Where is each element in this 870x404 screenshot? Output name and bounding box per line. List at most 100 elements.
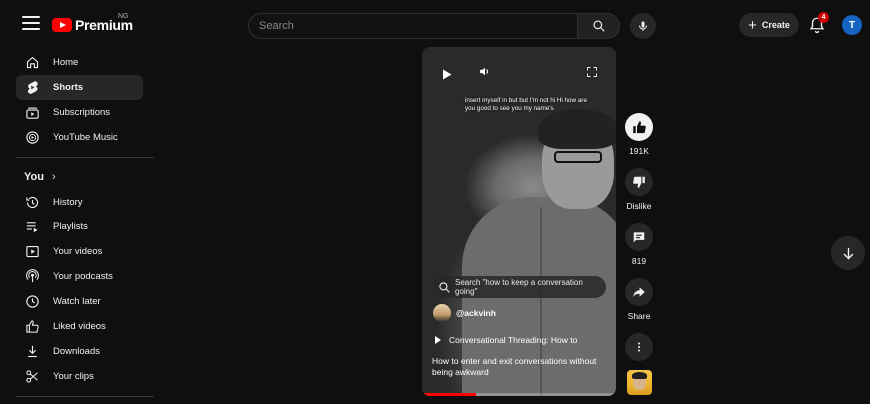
- player-controls: [422, 47, 616, 87]
- channel-handle[interactable]: @ackvinh: [456, 308, 496, 318]
- sidebar-item-shorts[interactable]: Shorts: [16, 75, 143, 100]
- play-icon: [435, 336, 441, 344]
- clock-icon: [24, 294, 40, 310]
- sound-remix-thumbnail[interactable]: [627, 370, 652, 395]
- shorts-icon: [24, 80, 40, 96]
- thumbs-up-icon: [632, 120, 646, 133]
- microphone-icon: [639, 21, 647, 31]
- short-title[interactable]: How to enter and exit conversations with…: [432, 356, 608, 378]
- share-label: Share: [627, 311, 651, 321]
- video-subject-glasses: [554, 151, 602, 163]
- sidebar-item-liked-videos[interactable]: Liked videos: [16, 314, 143, 339]
- sidebar-item-label: Your videos: [53, 246, 103, 257]
- youtube-premium-logo[interactable]: Premium NG: [52, 13, 133, 36]
- short-video-player[interactable]: insert myself in but but I'm not hi Hi h…: [422, 47, 616, 396]
- sidebar-item-label: Subscriptions: [53, 107, 111, 118]
- share-circle: [625, 278, 653, 306]
- sidebar-item-label: Playlists: [53, 221, 88, 232]
- scissors-icon: [24, 369, 40, 385]
- download-icon: [24, 344, 40, 360]
- sidebar-item-label: Shorts: [53, 82, 84, 93]
- like-button[interactable]: 191K: [614, 113, 664, 156]
- sidebar-item-home[interactable]: Home: [16, 50, 143, 75]
- menu-icon[interactable]: [22, 16, 40, 30]
- sidebar-item-label: History: [53, 197, 83, 208]
- sidebar-divider: [16, 157, 154, 158]
- like-circle: [625, 113, 653, 141]
- comment-icon: [633, 232, 645, 243]
- youtube-logo-icon: [52, 18, 72, 32]
- share-button[interactable]: Share: [614, 278, 664, 321]
- subscriptions-icon: [24, 105, 40, 121]
- share-icon: [633, 287, 645, 298]
- more-circle: [625, 333, 653, 361]
- voice-search-button[interactable]: [630, 13, 656, 39]
- fullscreen-button[interactable]: [586, 65, 598, 83]
- home-icon: [24, 55, 40, 71]
- playlist-link[interactable]: Conversational Threading: How to: [433, 335, 577, 345]
- next-short-button[interactable]: [831, 236, 865, 270]
- search-suggestion-text: Search "how to keep a conversation going…: [455, 278, 583, 296]
- sidebar-item-label: Liked videos: [53, 321, 106, 332]
- create-label: Create: [761, 20, 790, 30]
- top-bar: Premium NG + Create 4 T: [0, 0, 870, 52]
- sidebar-item-subscriptions[interactable]: Subscriptions: [16, 100, 143, 125]
- sidebar-item-watch-later[interactable]: Watch later: [16, 289, 143, 314]
- chevron-right-icon: ›: [51, 171, 56, 183]
- podcasts-icon: [24, 269, 40, 285]
- country-code: NG: [118, 13, 129, 20]
- sidebar-item-your-podcasts[interactable]: Your podcasts: [16, 264, 143, 289]
- you-section-header[interactable]: You ›: [24, 171, 56, 183]
- fullscreen-icon: [587, 67, 597, 77]
- sidebar-item-your-clips[interactable]: Your clips: [16, 364, 143, 389]
- comment-count: 819: [631, 256, 647, 266]
- search-input[interactable]: [248, 13, 578, 39]
- comments-circle: [625, 223, 653, 251]
- search-bar: [248, 13, 620, 39]
- thumbs-up-icon: [24, 319, 40, 335]
- search-icon: [439, 281, 450, 293]
- arrow-down-icon: [843, 247, 853, 259]
- dislike-circle: [625, 168, 653, 196]
- progress-bar-fill: [422, 393, 477, 396]
- comments-button[interactable]: 819: [614, 223, 664, 266]
- playlist-title: Conversational Threading: How to: [449, 335, 578, 345]
- channel-link[interactable]: @ackvinh: [433, 303, 496, 323]
- history-icon: [24, 195, 40, 211]
- thumbnail-hair: [632, 372, 647, 379]
- create-button[interactable]: + Create: [739, 13, 799, 37]
- youtube-music-icon: [24, 130, 40, 146]
- search-suggestion-pill[interactable]: Search "how to keep a conversation going…: [433, 276, 606, 298]
- sidebar-item-downloads[interactable]: Downloads: [16, 339, 143, 364]
- sidebar-divider: [16, 396, 154, 397]
- thumbs-down-icon: [633, 176, 645, 188]
- more-options-button[interactable]: [614, 333, 664, 361]
- sidebar-item-playlists[interactable]: Playlists: [16, 214, 143, 239]
- video-caption-text: insert myself in but but I'm not hi Hi h…: [465, 97, 587, 112]
- sidebar-item-history[interactable]: History: [16, 190, 143, 215]
- progress-bar[interactable]: [422, 393, 616, 396]
- volume-icon: [480, 67, 489, 76]
- notification-badge: 4: [818, 12, 829, 23]
- sidebar-item-label: Watch later: [53, 296, 101, 307]
- search-button[interactable]: [578, 13, 620, 39]
- you-label: You: [24, 171, 44, 183]
- sidebar-item-label: Your podcasts: [53, 271, 113, 282]
- sidebar-item-label: Your clips: [53, 371, 94, 382]
- notifications-button[interactable]: 4: [808, 12, 830, 36]
- volume-button[interactable]: [478, 65, 492, 83]
- plus-icon: +: [748, 16, 757, 34]
- dislike-button[interactable]: Dislike: [614, 168, 664, 211]
- play-button[interactable]: [442, 67, 452, 85]
- sidebar-item-label: Downloads: [53, 346, 100, 357]
- account-avatar[interactable]: T: [842, 15, 862, 35]
- play-icon: [443, 69, 452, 80]
- your-videos-icon: [24, 244, 40, 260]
- sidebar-item-your-videos[interactable]: Your videos: [16, 239, 143, 264]
- sidebar-item-youtube-music[interactable]: YouTube Music: [16, 125, 143, 150]
- search-icon: [592, 20, 605, 32]
- sidebar-item-label: Home: [53, 57, 79, 68]
- like-count: 191K: [629, 146, 649, 156]
- playlists-icon: [24, 219, 40, 235]
- channel-avatar[interactable]: [433, 304, 451, 322]
